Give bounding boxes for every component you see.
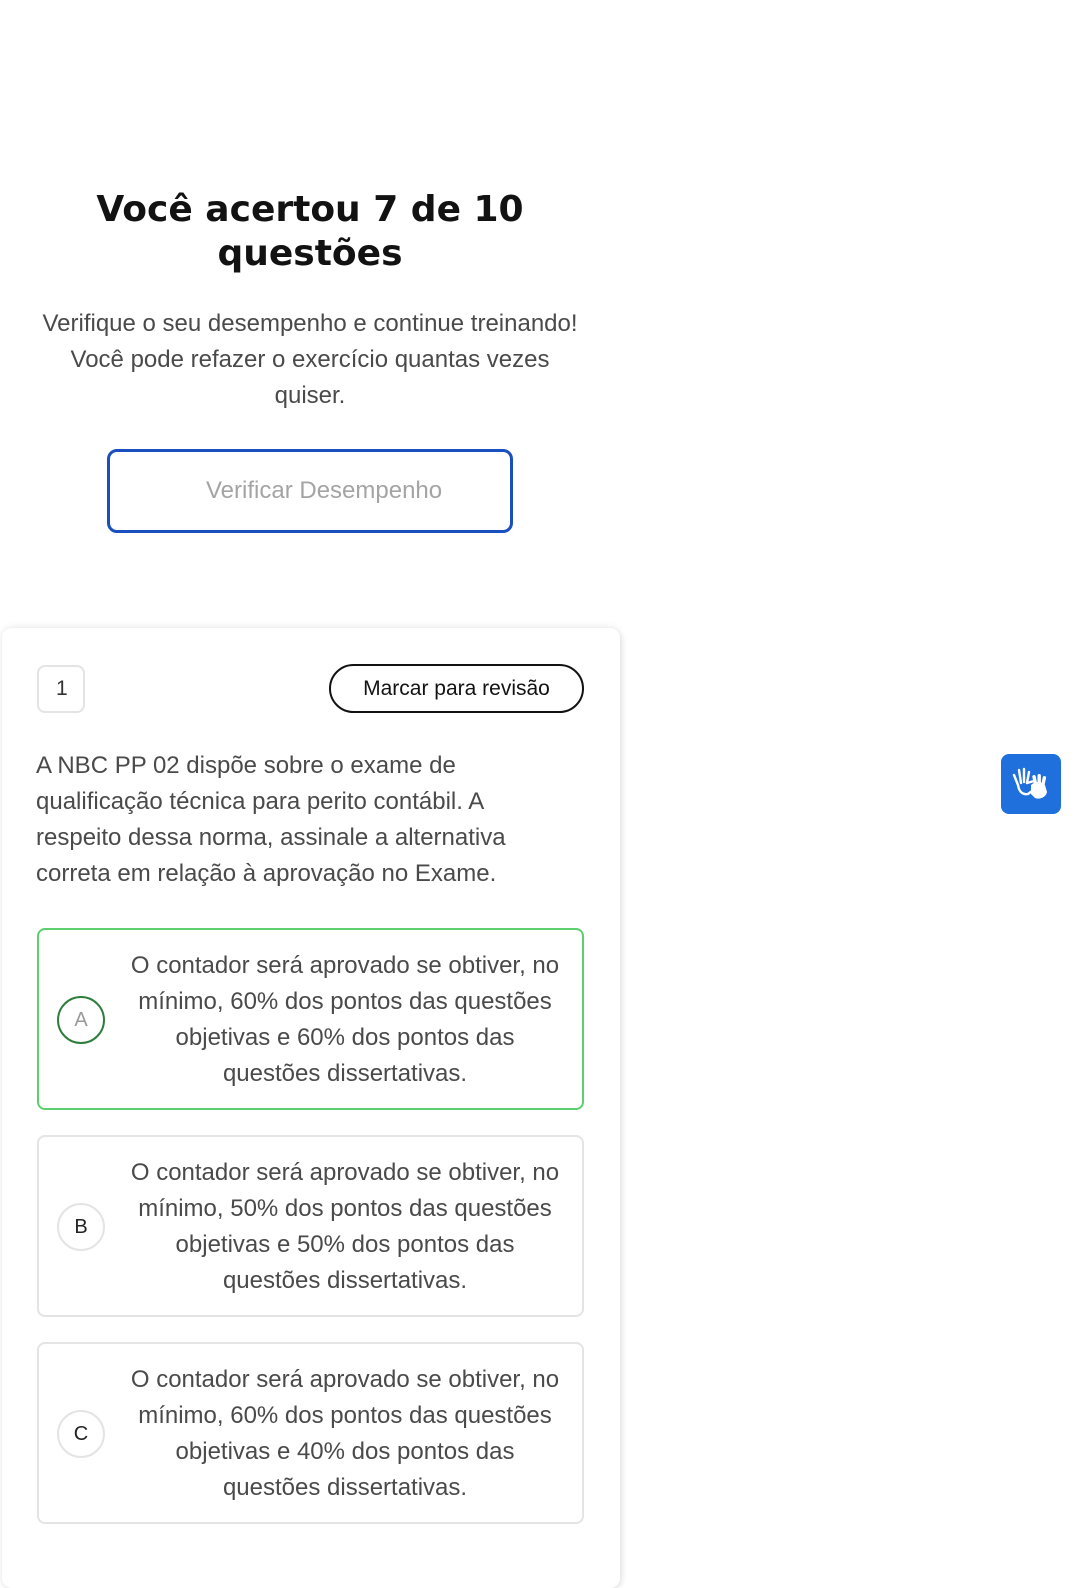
alternative-a[interactable]: A O contador será aprovado se obtiver, n… xyxy=(37,928,584,1110)
alternative-letter: A xyxy=(57,996,105,1044)
result-title: Você acertou 7 de 10 questões xyxy=(96,189,524,274)
alternative-text: O contador será aprovado se obtiver, no … xyxy=(130,1159,560,1294)
alternative-c[interactable]: C O contador será aprovado se obtiver, n… xyxy=(37,1342,584,1524)
result-subtitle: Verifique o seu desempenho e continue tr… xyxy=(42,310,578,409)
result-header: Você acertou 7 de 10 questões Verifique … xyxy=(40,188,580,414)
question-number: 1 xyxy=(37,665,85,713)
verify-performance-button[interactable]: Verificar Desempenho xyxy=(107,449,513,533)
sign-language-widget-button[interactable] xyxy=(1001,754,1061,814)
alternative-b[interactable]: B O contador será aprovado se obtiver, n… xyxy=(37,1135,584,1317)
alternative-letter: B xyxy=(57,1203,105,1251)
alternative-letter: C xyxy=(57,1410,105,1458)
mark-for-review-button[interactable]: Marcar para revisão xyxy=(329,664,584,713)
alternative-text: O contador será aprovado se obtiver, no … xyxy=(130,1366,560,1501)
question-text: A NBC PP 02 dispõe sobre o exame de qual… xyxy=(36,752,506,887)
sign-language-hands-icon xyxy=(1012,767,1047,799)
question-card: 1 Marcar para revisão A NBC PP 02 dispõe… xyxy=(2,628,620,1588)
alternative-text: O contador será aprovado se obtiver, no … xyxy=(130,952,560,1087)
